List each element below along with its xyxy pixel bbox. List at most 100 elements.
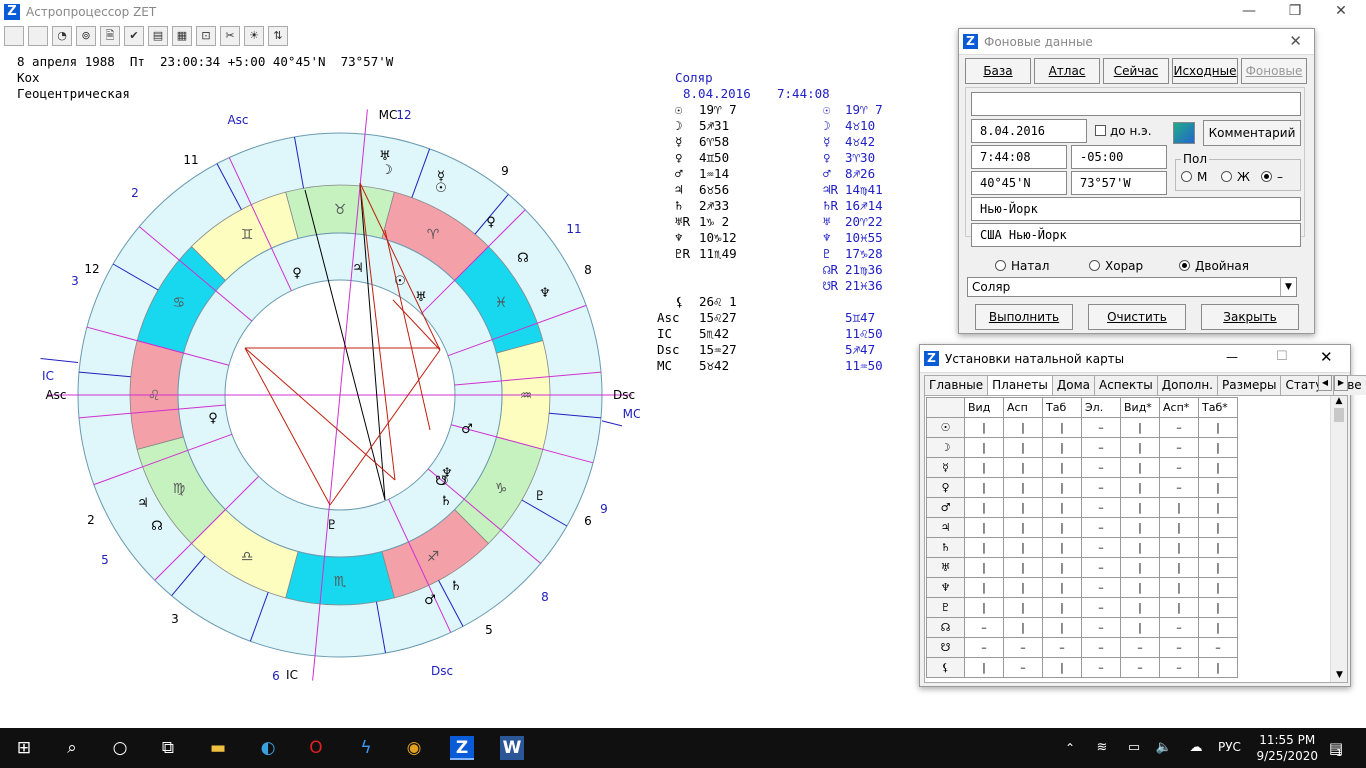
- tab-now[interactable]: Сейчас: [1103, 58, 1169, 84]
- grid-cell[interactable]: |: [1198, 557, 1238, 578]
- grid-cell[interactable]: –: [1081, 577, 1121, 598]
- grid-cell[interactable]: –: [1081, 457, 1121, 478]
- comment-button[interactable]: Комментарий: [1203, 120, 1301, 146]
- tab-baza[interactable]: База: [965, 58, 1031, 84]
- mode-double-radio[interactable]: Двойная: [1179, 259, 1249, 273]
- grid-cell[interactable]: |: [1120, 557, 1160, 578]
- grid-cell[interactable]: |: [1120, 577, 1160, 598]
- lightning-app-icon[interactable]: ϟ: [354, 736, 378, 760]
- tab-source[interactable]: Исходные: [1172, 58, 1238, 84]
- grid-cell[interactable]: |: [1003, 597, 1043, 618]
- minimize-button[interactable]: —: [1226, 0, 1272, 24]
- grid-cell[interactable]: |: [1198, 657, 1238, 678]
- grid-cell[interactable]: |: [1120, 477, 1160, 498]
- grid-cell[interactable]: |: [1042, 537, 1082, 558]
- grid-cell[interactable]: |: [1003, 417, 1043, 438]
- grid-cell[interactable]: –: [1081, 657, 1121, 678]
- grid-cell[interactable]: |: [1198, 577, 1238, 598]
- file-explorer-icon[interactable]: ▬: [206, 736, 230, 760]
- mode-natal-radio[interactable]: Натал: [995, 259, 1049, 273]
- toolbar-button-9[interactable]: ✂: [220, 26, 240, 46]
- grid-cell[interactable]: |: [1120, 617, 1160, 638]
- cortana-icon[interactable]: ○: [108, 736, 132, 760]
- grid-cell[interactable]: |: [1159, 537, 1199, 558]
- search-icon[interactable]: ⌕: [60, 736, 84, 760]
- bc-checkbox[interactable]: до н.э.: [1095, 124, 1152, 138]
- radio-horar[interactable]: [1089, 260, 1100, 271]
- grid-cell[interactable]: |: [1003, 437, 1043, 458]
- grid-cell[interactable]: |: [1003, 457, 1043, 478]
- grid-cell[interactable]: –: [1003, 657, 1043, 678]
- grid-cell[interactable]: –: [1081, 417, 1121, 438]
- longitude-field[interactable]: 73°57'W: [1071, 171, 1167, 195]
- grid-cell[interactable]: |: [1042, 557, 1082, 578]
- grid-cell[interactable]: –: [1120, 637, 1160, 658]
- name-field[interactable]: [971, 92, 1301, 116]
- grid-cell[interactable]: |: [964, 537, 1004, 558]
- grid-cell[interactable]: –: [1081, 557, 1121, 578]
- toolbar-button-4[interactable]: 🗎: [100, 26, 120, 46]
- grid-cell[interactable]: |: [1042, 497, 1082, 518]
- toolbar-button-10[interactable]: ☀: [244, 26, 264, 46]
- grid-cell[interactable]: |: [1042, 517, 1082, 538]
- grid-cell[interactable]: |: [1042, 477, 1082, 498]
- grid-cell[interactable]: |: [1198, 537, 1238, 558]
- radio-double[interactable]: [1179, 260, 1190, 271]
- city-field[interactable]: Нью-Йорк: [971, 197, 1301, 221]
- grid-cell[interactable]: |: [1003, 537, 1043, 558]
- grid-cell[interactable]: |: [1003, 557, 1043, 578]
- grid-cell[interactable]: |: [1003, 577, 1043, 598]
- grid-cell[interactable]: |: [1120, 517, 1160, 538]
- grid-cell[interactable]: |: [1159, 577, 1199, 598]
- grid-cell[interactable]: –: [1003, 637, 1043, 658]
- grid-cell[interactable]: |: [1198, 517, 1238, 538]
- cloud-icon[interactable]: ☁: [1184, 736, 1208, 760]
- grid-cell[interactable]: –: [1081, 477, 1121, 498]
- grid-cell[interactable]: |: [964, 497, 1004, 518]
- settings-tab-4[interactable]: Дополн.: [1156, 375, 1218, 395]
- grid-cell[interactable]: –: [1159, 617, 1199, 638]
- grid-cell[interactable]: –: [1198, 637, 1238, 658]
- grid-cell[interactable]: |: [1042, 597, 1082, 618]
- chart-type-select[interactable]: Соляр ▼: [967, 277, 1297, 297]
- grid-cell[interactable]: –: [1159, 437, 1199, 458]
- grid-cell[interactable]: –: [964, 637, 1004, 658]
- settings-tab-0[interactable]: Главные: [924, 375, 989, 395]
- grid-cell[interactable]: |: [1120, 417, 1160, 438]
- time-field[interactable]: 7:44:08: [971, 145, 1067, 169]
- grid-cell[interactable]: –: [1159, 657, 1199, 678]
- date-field[interactable]: 8.04.2016: [971, 119, 1087, 143]
- toolbar-button-7[interactable]: ▦: [172, 26, 192, 46]
- battery-icon[interactable]: ▭: [1122, 736, 1146, 760]
- grid-cell[interactable]: |: [1159, 517, 1199, 538]
- grid-cell[interactable]: –: [1081, 497, 1121, 518]
- grid-cell[interactable]: |: [964, 457, 1004, 478]
- sex-none-radio[interactable]: –: [1261, 170, 1283, 184]
- settings-tab-3[interactable]: Аспекты: [1094, 375, 1158, 395]
- grid-cell[interactable]: |: [964, 657, 1004, 678]
- toolbar-button-5[interactable]: ✔: [124, 26, 144, 46]
- clock[interactable]: 11:55 PM 9/25/2020: [1256, 732, 1318, 764]
- timezone-field[interactable]: -05:00: [1071, 145, 1167, 169]
- grid-cell[interactable]: |: [964, 437, 1004, 458]
- toolbar-button-1[interactable]: [28, 26, 48, 46]
- grid-cell[interactable]: –: [1081, 597, 1121, 618]
- grid-cell[interactable]: |: [1042, 417, 1082, 438]
- clear-button[interactable]: Очистить: [1088, 304, 1186, 330]
- windows-start-icon[interactable]: ⊞: [12, 736, 36, 760]
- grid-cell[interactable]: |: [1198, 617, 1238, 638]
- latitude-field[interactable]: 40°45'N: [971, 171, 1067, 195]
- radio-f[interactable]: [1221, 171, 1232, 182]
- grid-cell[interactable]: |: [1159, 497, 1199, 518]
- word-icon[interactable]: W: [500, 736, 524, 760]
- grid-cell[interactable]: –: [1081, 517, 1121, 538]
- astro-wheel[interactable]: ♉♈♓♒♑♐♏♎♍♌♋♊♀ ♃☉♅♂☋♆☽♄♇♀♅☽ ☿☉♀☊♆♇♄♂♃☊Asc MC…: [0, 100, 640, 710]
- grid-cell[interactable]: |: [1003, 517, 1043, 538]
- settings-tab-5[interactable]: Размеры: [1216, 375, 1282, 395]
- map-icon[interactable]: [1173, 122, 1195, 144]
- grid-cell[interactable]: –: [1159, 477, 1199, 498]
- grid-cell[interactable]: |: [1042, 457, 1082, 478]
- settings-tab-1[interactable]: Планеты: [987, 375, 1053, 395]
- close-button[interactable]: ✕: [1318, 0, 1364, 24]
- toolbar-button-3[interactable]: ⊚: [76, 26, 96, 46]
